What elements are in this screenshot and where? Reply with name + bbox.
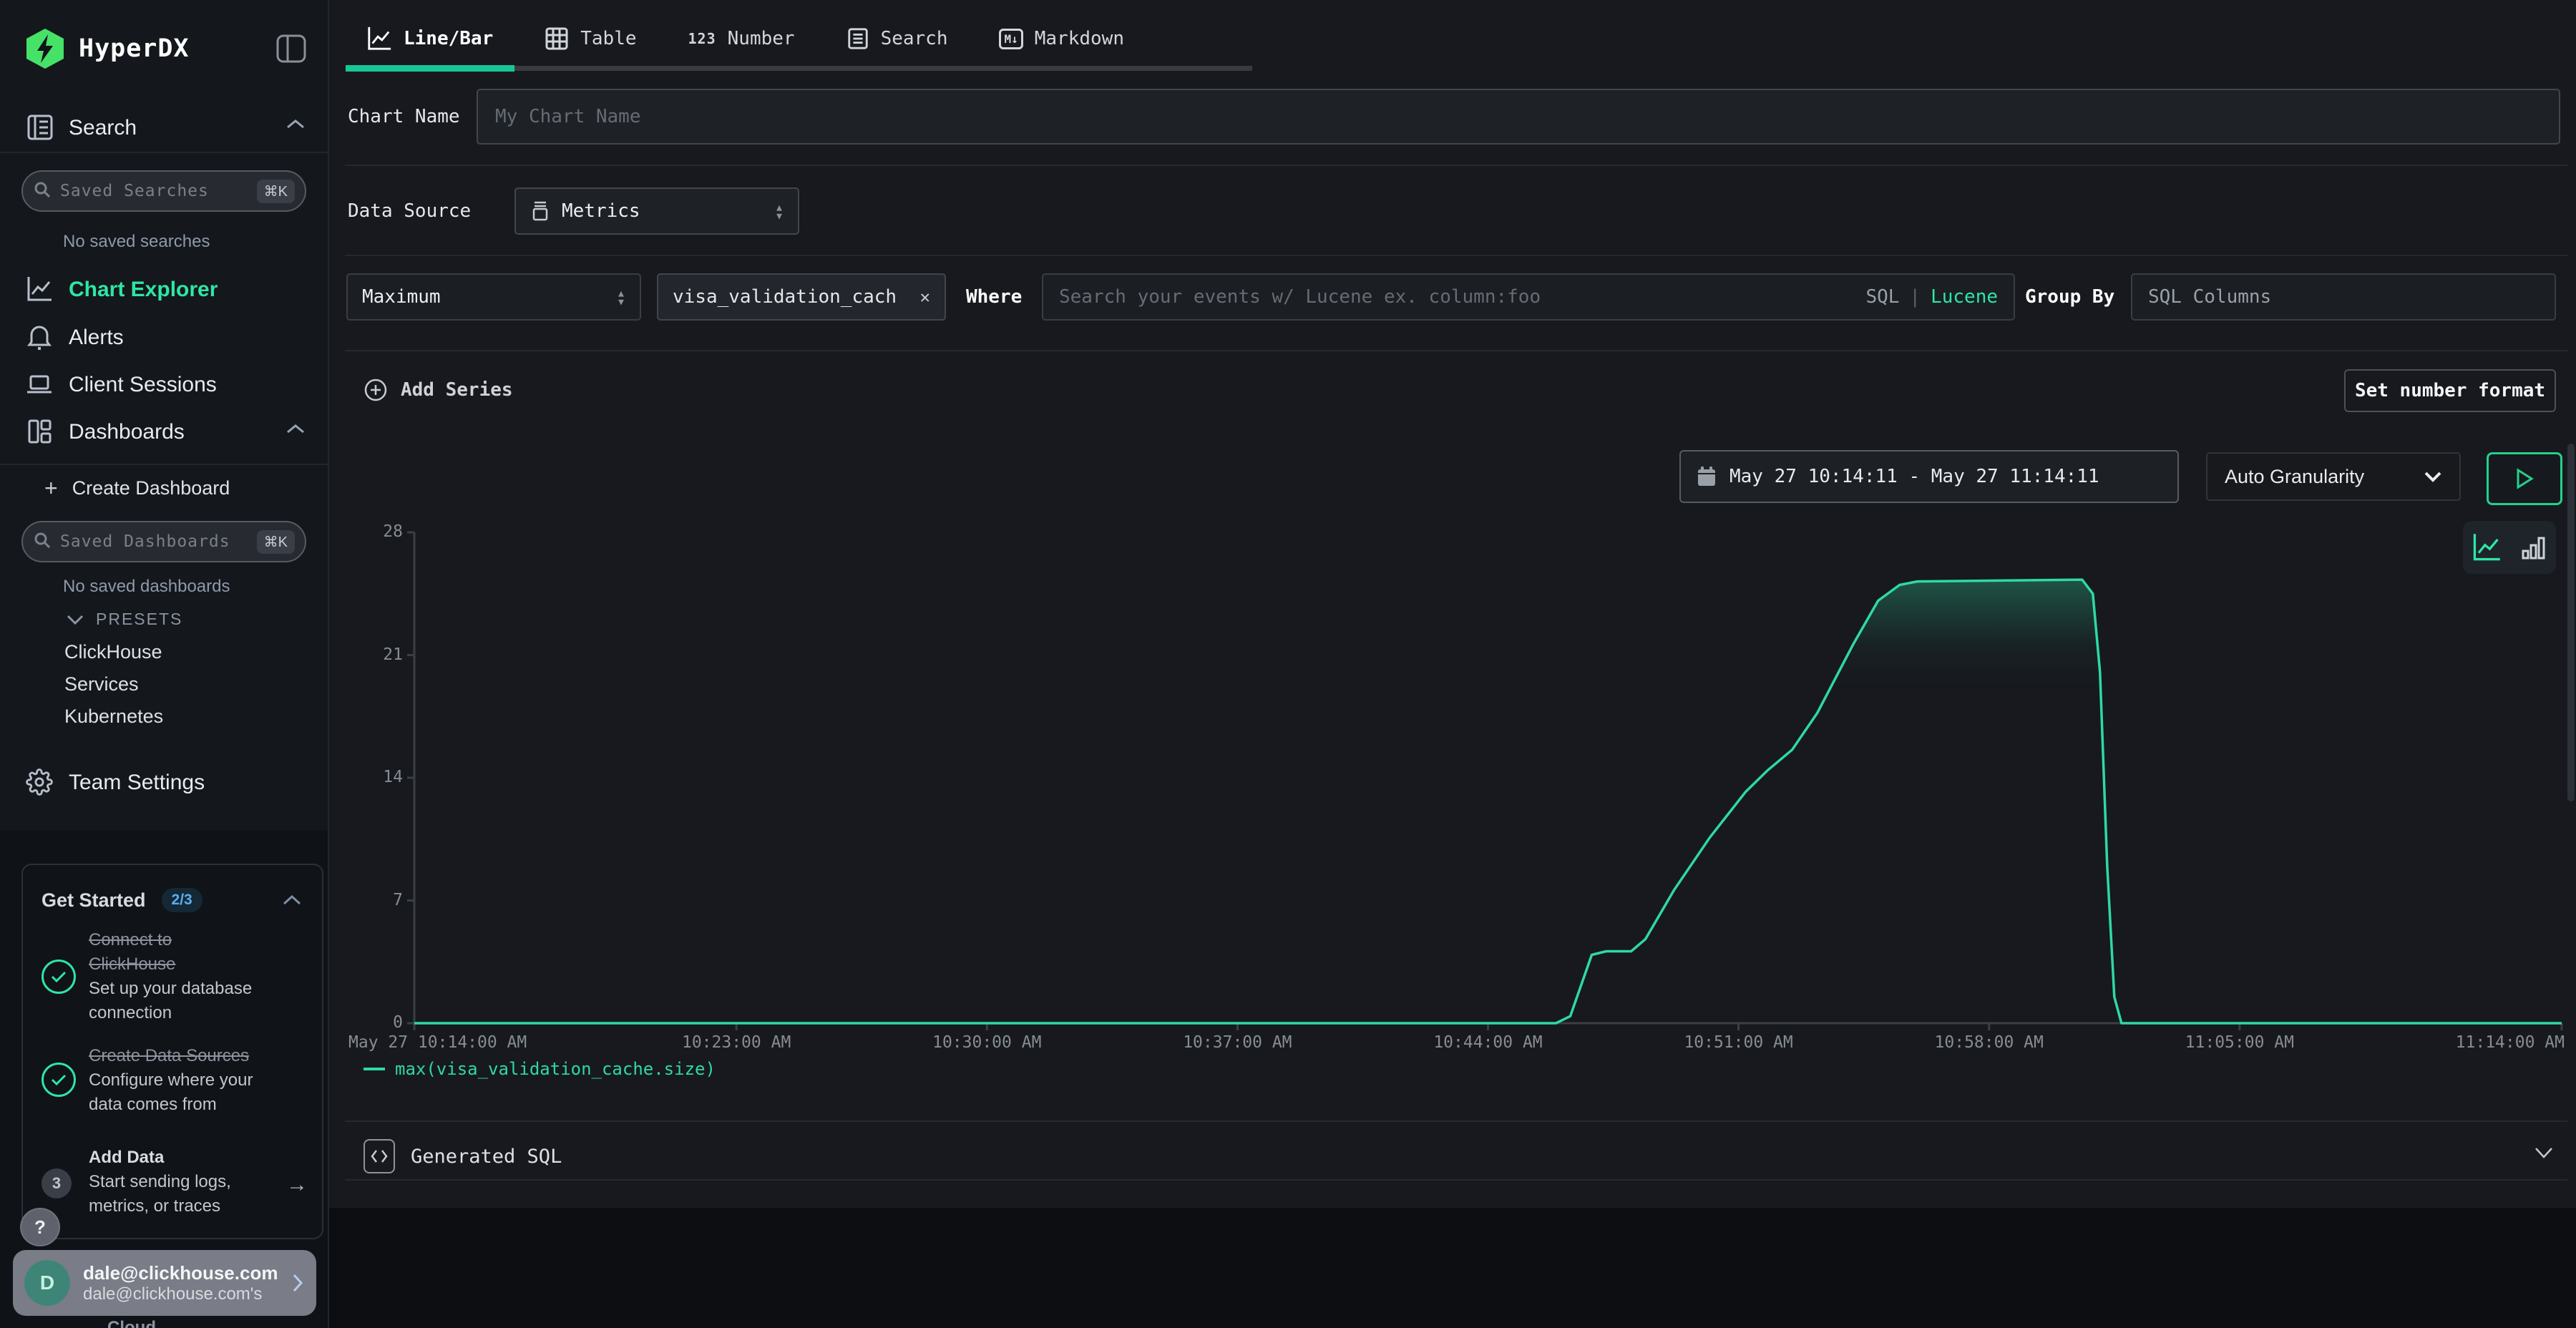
timeseries-chart[interactable] — [0, 0, 2576, 1328]
y-tick-label: 0 — [353, 1013, 403, 1032]
x-tick-label: 10:51:00 AM — [1646, 1033, 1832, 1052]
code-icon — [364, 1139, 395, 1173]
y-tick-label: 7 — [353, 891, 403, 909]
x-tick-label: 10:23:00 AM — [643, 1033, 829, 1052]
x-tick-label: May 27 10:14:00 AM — [348, 1033, 527, 1052]
x-tick-label: 10:37:00 AM — [1144, 1033, 1330, 1052]
y-tick-label: 28 — [353, 522, 403, 541]
x-tick-label: 11:05:00 AM — [2147, 1033, 2333, 1052]
app-window: HyperDX Search Saved Searches — [0, 0, 2576, 1328]
chart-legend[interactable]: max(visa_validation_cache.size) — [364, 1059, 716, 1079]
divider — [345, 1179, 2567, 1181]
x-tick-label: 10:44:00 AM — [1395, 1033, 1581, 1052]
generated-sql-label: Generated SQL — [411, 1146, 562, 1168]
x-tick-label: 11:14:00 AM — [2456, 1033, 2565, 1052]
y-tick-label: 21 — [353, 645, 403, 664]
legend-series-label: max(visa_validation_cache.size) — [395, 1059, 716, 1079]
scrollbar[interactable] — [2567, 444, 2575, 801]
x-tick-label: 10:58:00 AM — [1896, 1033, 2082, 1052]
legend-line-swatch — [364, 1066, 385, 1072]
x-tick-label: 10:30:00 AM — [894, 1033, 1080, 1052]
y-tick-label: 14 — [353, 768, 403, 786]
generated-sql-header[interactable]: Generated SQL — [364, 1139, 562, 1173]
chevron-down-icon[interactable] — [2533, 1145, 2555, 1164]
divider — [345, 1120, 2567, 1122]
